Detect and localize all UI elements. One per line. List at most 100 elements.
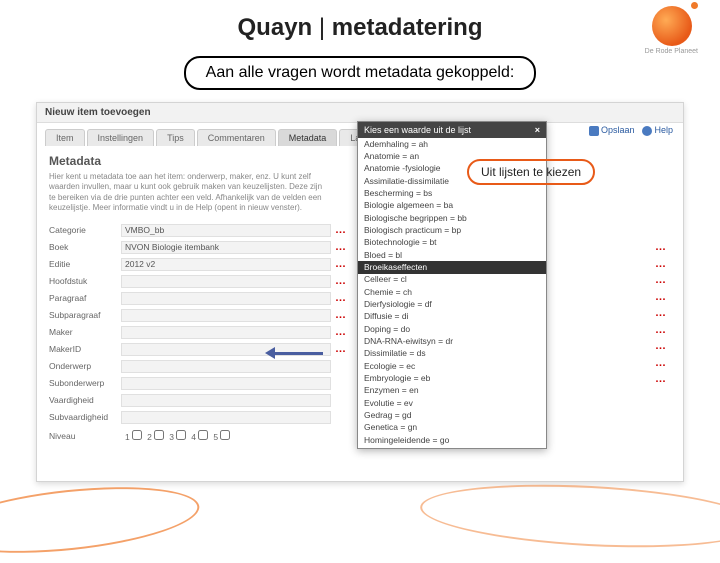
row-input[interactable] [121,309,331,322]
row-input[interactable] [121,292,331,305]
row-label: Subonderwerp [49,378,121,388]
list-item[interactable]: Evolutie = ev [358,397,546,409]
title-left: Quayn [238,14,313,41]
tab-metadata[interactable]: Metadata [278,129,338,146]
row-label: Hoofdstuk [49,276,121,286]
list-item[interactable]: DNA-RNA-eiwitsyn = dr [358,336,546,348]
row-label: Vaardigheid [49,395,121,405]
niveau-option[interactable]: 4 [191,432,208,442]
list-item[interactable]: Chemie = ch [358,286,546,298]
tab-instellingen[interactable]: Instellingen [87,129,155,146]
row-label: Categorie [49,225,121,235]
row-input[interactable] [121,326,331,339]
save-button[interactable]: Opslaan [589,125,635,136]
row-label: Onderwerp [49,361,121,371]
list-item[interactable]: Dierfysiologie = df [358,298,546,310]
popup-title: Kies een waarde uit de lijst [364,125,471,135]
list-item[interactable]: Celleer = cl [358,274,546,286]
help-label: Help [654,125,673,135]
list-item[interactable]: Bescherming = bs [358,187,546,199]
picker-dots-icon[interactable]: … [655,241,667,253]
row-label: Paragraaf [49,293,121,303]
niveau-option[interactable]: 2 [147,432,164,442]
brand-logo [652,6,692,46]
list-item[interactable]: Biologische begrippen = bb [358,212,546,224]
list-item[interactable]: Biologie algemeen = ba [358,200,546,212]
row-label: Subvaardigheid [49,412,121,422]
niveau-option[interactable]: 3 [169,432,186,442]
list-item[interactable]: Embryologie = eb [358,373,546,385]
list-item[interactable]: Enzymen = en [358,385,546,397]
decorative-swoosh-left [0,477,202,563]
brand-text: De Rode Planeet [645,48,698,55]
picker-dots-icon[interactable]: … [335,224,347,236]
picker-dots-icon[interactable]: … [335,258,347,270]
picker-dots-icon[interactable]: … [335,343,347,355]
picker-dots-icon[interactable]: … [655,258,667,270]
tab-commentaren[interactable]: Commentaren [197,129,276,146]
picker-dots-icon[interactable]: … [655,307,667,319]
page-title: Quayn | metadatering [0,0,720,48]
list-item[interactable]: Gedrag = gd [358,410,546,422]
row-label: Maker [49,327,121,337]
save-icon [589,126,599,136]
right-dots-column: … … … … … … … … … [655,241,667,385]
niveau-option[interactable]: 1 [125,432,142,442]
picker-dots-icon[interactable]: … [655,324,667,336]
list-item[interactable]: Biotechnologie = bt [358,237,546,249]
row-label: Subparagraaf [49,310,121,320]
list-item[interactable]: Ademhaling = ah [358,138,546,150]
list-item[interactable]: Doping = do [358,323,546,335]
list-item[interactable]: Homingeleidende = go [358,434,546,446]
picker-dots-icon[interactable]: … [335,309,347,321]
popup-header: Kies een waarde uit de lijst × [358,122,546,138]
picker-dots-icon[interactable]: … [655,340,667,352]
niveau-option[interactable]: 5 [213,432,230,442]
row-input[interactable] [121,394,331,407]
orange-bubble: Uit lijsten te kiezen [467,159,595,185]
list-item[interactable]: Biologisch practicum = bp [358,224,546,236]
list-item[interactable]: Genetica = gn [358,422,546,434]
picker-dots-icon[interactable]: … [335,275,347,287]
picker-dots-icon[interactable]: … [655,357,667,369]
arrow-line [273,352,323,355]
row-label: MakerID [49,344,121,354]
picker-dots-icon[interactable]: … [335,326,347,338]
row-input[interactable]: NVON Biologie itembank [121,241,331,254]
title-separator: | [319,14,325,41]
row-input[interactable] [121,360,331,373]
row-label: Editie [49,259,121,269]
list-item[interactable]: Ecologie = ec [358,360,546,372]
close-icon[interactable]: × [535,125,540,135]
list-item[interactable]: Broeikaseffecten [358,261,546,273]
tab-tips[interactable]: Tips [156,129,195,146]
row-input[interactable] [121,377,331,390]
row-label: Boek [49,242,121,252]
save-label: Opslaan [601,125,635,135]
picker-dots-icon[interactable]: … [655,373,667,385]
row-input[interactable]: 2012 v2 [121,258,331,271]
row-input[interactable]: VMBO_bb [121,224,331,237]
decorative-swoosh-right [419,477,720,555]
main-bubble: Aan alle vragen wordt metadata gekoppeld… [184,56,537,90]
picker-dots-icon[interactable]: … [335,241,347,253]
picker-dots-icon[interactable]: … [655,291,667,303]
row-input[interactable] [121,275,331,288]
list-item[interactable]: Dissimilatie = ds [358,348,546,360]
tab-item[interactable]: Item [45,129,85,146]
window-title: Nieuw item toevoegen [37,103,683,123]
list-item[interactable]: Bloed = bl [358,249,546,261]
row-input[interactable] [121,411,331,424]
help-button[interactable]: Help [642,125,673,136]
brand-logo-dot [691,2,698,9]
list-item[interactable]: Diffusie = di [358,311,546,323]
help-icon [642,126,652,136]
app-window: Nieuw item toevoegen Opslaan Help ItemIn… [36,102,684,482]
list-item[interactable]: Homeostase = ho [358,447,546,448]
picker-dots-icon[interactable]: … [655,274,667,286]
niveau-label: Niveau [49,431,121,441]
pointer-arrow [265,347,323,359]
title-right: metadatering [332,14,483,41]
picker-dots-icon[interactable]: … [335,292,347,304]
niveau-options: 1 2 3 4 5 [125,430,235,442]
